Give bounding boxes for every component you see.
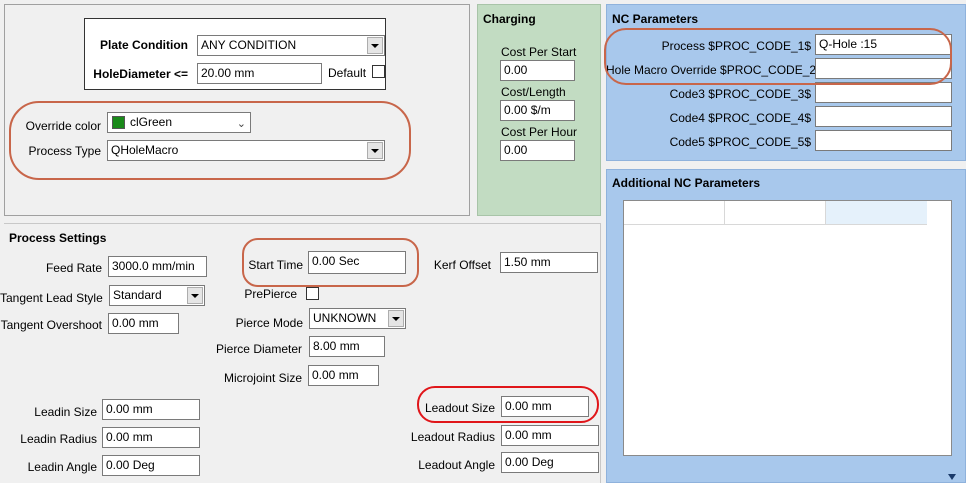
highlight-nc-codes: [604, 28, 952, 85]
chevron-down-icon[interactable]: [388, 310, 404, 327]
nc-parameters-title: NC Parameters: [612, 12, 699, 26]
leadout-angle-input[interactable]: 0.00 Deg: [501, 452, 599, 473]
feed-rate-input[interactable]: 3000.0 mm/min: [108, 256, 207, 277]
cost-per-start-input[interactable]: 0.00: [500, 60, 575, 81]
pierce-mode-label: Pierce Mode: [235, 316, 303, 330]
kerf-offset-input[interactable]: 1.50 mm: [500, 252, 598, 273]
tangent-lead-style-value: Standard: [113, 288, 162, 302]
resize-grip-icon[interactable]: [948, 474, 956, 480]
cost-per-hour-label: Cost Per Hour: [501, 125, 578, 139]
cost-length-label: Cost/Length: [501, 85, 566, 99]
leadout-radius-label: Leadout Radius: [410, 430, 495, 444]
cost-per-hour-input[interactable]: 0.00: [500, 140, 575, 161]
feed-rate-label: Feed Rate: [45, 261, 102, 275]
highlight-start-time: [242, 238, 419, 287]
additional-nc-grid[interactable]: [623, 200, 952, 456]
default-checkbox[interactable]: [372, 65, 385, 78]
pierce-diameter-label: Pierce Diameter: [215, 342, 302, 356]
hole-diameter-input[interactable]: 20.00 mm: [197, 63, 322, 84]
kerf-offset-label: Kerf Offset: [433, 258, 491, 272]
grid-header-cell[interactable]: [725, 201, 826, 225]
leadin-radius-input[interactable]: 0.00 mm: [102, 427, 200, 448]
microjoint-size-label: Microjoint Size: [223, 371, 302, 385]
leadout-angle-label: Leadout Angle: [418, 458, 495, 472]
tangent-lead-style-select[interactable]: Standard: [109, 285, 205, 306]
leadin-radius-label: Leadin Radius: [20, 432, 97, 446]
grid-header-cell-selected[interactable]: [826, 201, 927, 225]
pierce-diameter-input[interactable]: 8.00 mm: [309, 336, 385, 357]
highlight-override: [9, 101, 411, 180]
prepierce-label: PrePierce: [244, 287, 297, 301]
additional-nc-title: Additional NC Parameters: [612, 176, 761, 190]
leadin-size-label: Leadin Size: [34, 405, 97, 419]
pierce-mode-value: UNKNOWN: [313, 311, 377, 325]
highlight-leadout-size: [417, 386, 599, 423]
tangent-overshoot-input[interactable]: 0.00 mm: [108, 313, 179, 334]
hole-diameter-label: HoleDiameter <=: [93, 67, 188, 81]
plate-condition-label: Plate Condition: [100, 38, 188, 52]
nc-code5-input[interactable]: [815, 130, 952, 151]
default-label: Default: [328, 66, 367, 80]
plate-condition-select[interactable]: ANY CONDITION: [197, 35, 385, 56]
nc-row-label-5: Code5 $PROC_CODE_5$: [669, 135, 811, 149]
chevron-down-icon[interactable]: [367, 37, 383, 54]
pierce-mode-select[interactable]: UNKNOWN: [309, 308, 406, 329]
nc-row-label-4: Code4 $PROC_CODE_4$: [669, 111, 811, 125]
chevron-down-icon[interactable]: [187, 287, 203, 304]
nc-code3-input[interactable]: [815, 82, 952, 103]
charging-title: Charging: [483, 12, 536, 26]
cost-per-start-label: Cost Per Start: [501, 45, 577, 59]
leadin-angle-label: Leadin Angle: [27, 460, 97, 474]
nc-row-label-3: Code3 $PROC_CODE_3$: [669, 87, 811, 101]
grid-header-cell[interactable]: [624, 201, 725, 225]
plate-condition-value: ANY CONDITION: [201, 38, 297, 52]
nc-code4-input[interactable]: [815, 106, 952, 127]
cost-length-input[interactable]: 0.00 $/m: [500, 100, 575, 121]
microjoint-size-input[interactable]: 0.00 mm: [308, 365, 379, 386]
prepierce-checkbox[interactable]: [306, 287, 319, 300]
tangent-overshoot-label: Tangent Overshoot: [0, 318, 102, 332]
leadout-radius-input[interactable]: 0.00 mm: [501, 425, 599, 446]
leadin-angle-input[interactable]: 0.00 Deg: [102, 455, 200, 476]
tangent-lead-style-label: Tangent Lead Style: [0, 291, 103, 305]
leadin-size-input[interactable]: 0.00 mm: [102, 399, 200, 420]
process-settings-title: Process Settings: [9, 231, 107, 245]
